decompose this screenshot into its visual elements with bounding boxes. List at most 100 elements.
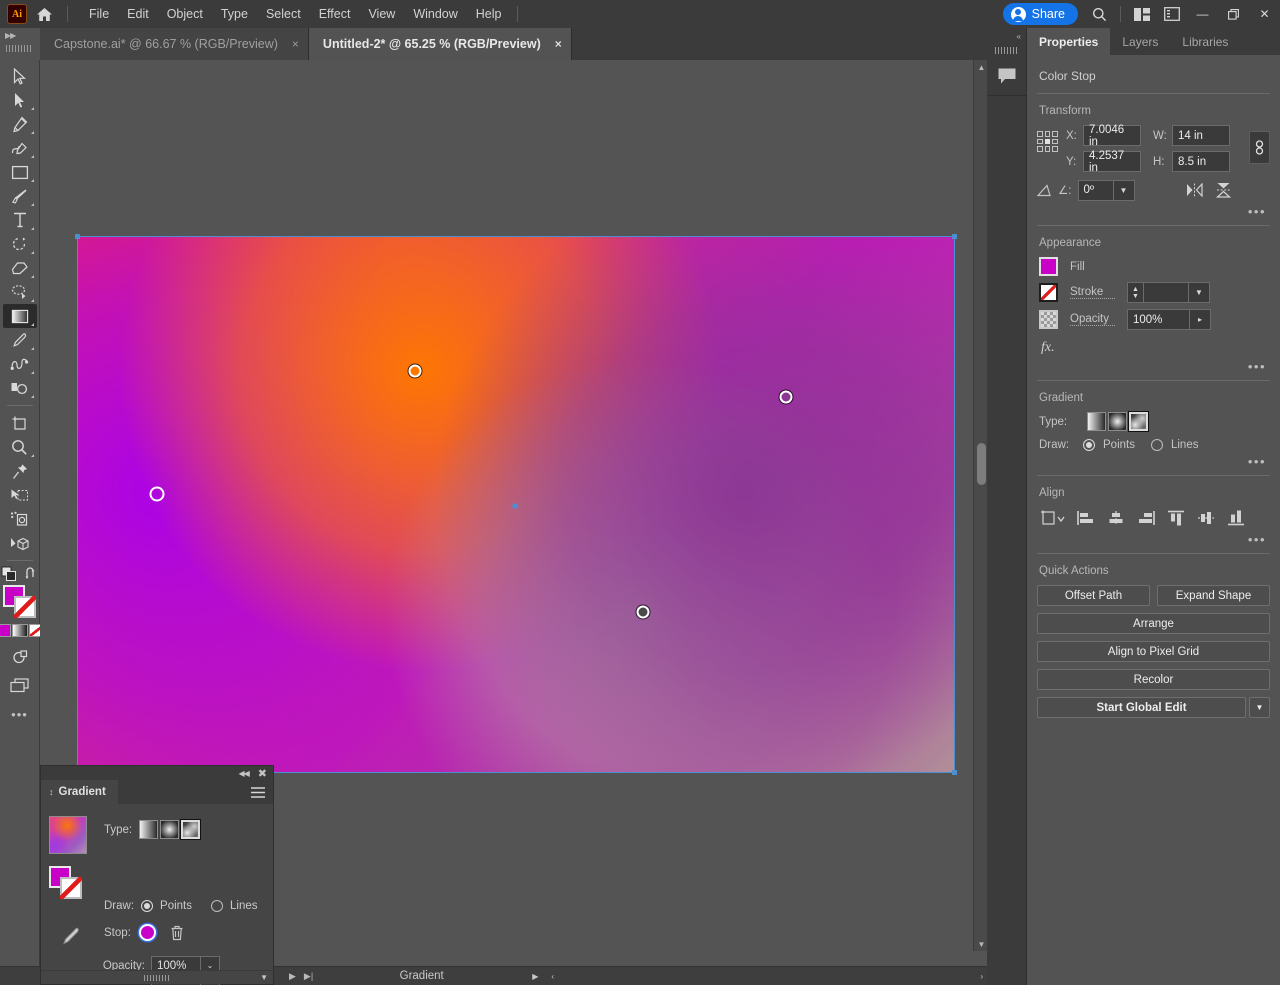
status-menu-icon[interactable]: ▶	[524, 972, 546, 981]
paintbrush-tool[interactable]	[3, 184, 37, 208]
gradient-center-point[interactable]	[512, 503, 518, 509]
stroke-width-dropdown-icon[interactable]: ▼	[1189, 282, 1210, 303]
comment-icon[interactable]	[987, 56, 1026, 96]
gradient-stop-swatch[interactable]	[138, 924, 156, 941]
drawing-mode-icon[interactable]	[3, 645, 37, 669]
lasso-tool[interactable]	[3, 280, 37, 304]
color-mode-icon[interactable]	[0, 624, 11, 637]
eraser-tool[interactable]	[3, 256, 37, 280]
gradient-fill-stroke-swatches[interactable]	[49, 866, 83, 900]
artboard-handle-tr[interactable]	[952, 234, 957, 239]
shape-builder-tool[interactable]	[3, 376, 37, 400]
rectangle-tool[interactable]	[3, 160, 37, 184]
tab-libraries[interactable]: Libraries	[1170, 28, 1241, 55]
align-to-selection-icon[interactable]	[1039, 507, 1067, 529]
gradient-preview-thumbnail[interactable]	[49, 816, 87, 854]
rail-drag-grip[interactable]	[995, 47, 1019, 54]
opacity-input[interactable]: 100%	[1127, 309, 1190, 330]
artboard-tool[interactable]	[3, 411, 37, 435]
close-button[interactable]: ✕	[1249, 0, 1280, 28]
menu-effect[interactable]: Effect	[310, 3, 360, 25]
tab-close-icon[interactable]: ×	[555, 37, 562, 51]
appearance-more-options[interactable]: •••	[1037, 356, 1270, 376]
stroke-swatch-none[interactable]	[1039, 283, 1058, 302]
draw-lines-radio[interactable]	[1150, 439, 1163, 451]
transform-more-options[interactable]: •••	[1037, 201, 1270, 221]
opacity-options-icon[interactable]: ▸	[1190, 309, 1211, 330]
artboard-with-freeform-gradient[interactable]	[75, 234, 957, 775]
maximize-button[interactable]	[1218, 0, 1249, 28]
start-global-edit-button[interactable]: Start Global Edit	[1037, 697, 1246, 718]
gradient-tool[interactable]	[2, 304, 37, 328]
draw-points-radio[interactable]	[141, 900, 154, 912]
angle-dropdown-icon[interactable]: ▼	[1113, 179, 1135, 201]
offset-path-button[interactable]: Offset Path	[1037, 585, 1150, 606]
puppet-warp-tool[interactable]	[3, 507, 37, 531]
next-artboard-icon[interactable]: ▶	[289, 971, 296, 982]
align-left-icon[interactable]	[1074, 507, 1097, 529]
align-right-icon[interactable]	[1134, 507, 1157, 529]
flip-vertical-icon[interactable]	[1212, 179, 1235, 201]
pin-tool[interactable]	[3, 459, 37, 483]
x-input[interactable]: 7.0046 in	[1083, 124, 1141, 148]
linear-gradient-type-button[interactable]	[139, 820, 159, 839]
artboard-handle-tl[interactable]	[75, 234, 80, 239]
gradient-panel-tab[interactable]: ↕ Gradient	[41, 780, 118, 804]
gradient-more-options[interactable]: •••	[1037, 451, 1270, 471]
horizontal-scroll-track[interactable]: ‹ ›	[546, 967, 1046, 985]
gradient-stop-purple[interactable]	[779, 390, 793, 404]
gradient-stop-orange[interactable]	[408, 364, 422, 378]
menu-select[interactable]: Select	[257, 3, 310, 25]
collapse-icon[interactable]: ◀◀	[238, 769, 249, 778]
stroke-width-input[interactable]	[1144, 282, 1189, 303]
close-icon[interactable]: ✖	[258, 767, 267, 780]
align-to-pixel-grid-button[interactable]: Align to Pixel Grid	[1037, 641, 1270, 662]
blend-tool[interactable]	[3, 352, 37, 376]
selection-tool[interactable]	[3, 64, 37, 88]
fx-button[interactable]: fx.	[1037, 336, 1270, 356]
gradient-panel-footer[interactable]: ▼	[41, 970, 273, 984]
w-input[interactable]: 14 in	[1172, 125, 1230, 146]
draw-lines-radio[interactable]	[211, 900, 223, 912]
last-artboard-icon[interactable]: ▶|	[304, 971, 313, 982]
menu-type[interactable]: Type	[212, 3, 257, 25]
h-input[interactable]: 8.5 in	[1172, 151, 1230, 172]
tab-properties[interactable]: Properties	[1027, 28, 1111, 55]
trash-icon[interactable]	[170, 925, 184, 941]
home-icon[interactable]	[27, 0, 61, 28]
fill-swatch[interactable]	[1039, 257, 1058, 276]
vertical-scroll-thumb[interactable]	[977, 443, 986, 485]
screen-mode-icon[interactable]	[3, 673, 37, 697]
fill-stroke-swatches[interactable]	[2, 585, 37, 619]
gradient-stroke-swatch-none[interactable]	[60, 877, 82, 899]
angle-input[interactable]: 0º	[1077, 179, 1114, 201]
zoom-tool[interactable]	[3, 435, 37, 459]
menu-object[interactable]: Object	[158, 3, 212, 25]
toolbar-drag-grip[interactable]	[6, 45, 31, 52]
direct-selection-tool[interactable]	[3, 88, 37, 112]
eyedropper-icon[interactable]	[59, 926, 81, 948]
scroll-right-icon[interactable]: ›	[980, 972, 983, 981]
menu-window[interactable]: Window	[404, 3, 466, 25]
global-edit-dropdown-icon[interactable]: ▼	[1249, 697, 1270, 718]
scroll-left-icon[interactable]: ‹	[551, 972, 554, 981]
menu-help[interactable]: Help	[467, 3, 511, 25]
gradient-stop-magenta-selected[interactable]	[149, 486, 165, 502]
workspace-switcher-icon[interactable]	[1157, 0, 1187, 28]
arrange-documents-icon[interactable]	[1127, 0, 1157, 28]
align-top-icon[interactable]	[1164, 507, 1187, 529]
stroke-swatch-none[interactable]	[13, 596, 36, 618]
toolbar-expand-icon[interactable]: ▶▶	[5, 31, 16, 40]
stroke-width-stepper[interactable]: ▲ ▼	[1127, 282, 1144, 303]
menu-view[interactable]: View	[359, 3, 404, 25]
document-tab-untitled-2[interactable]: Untitled-2* @ 65.25 % (RGB/Preview) ×	[308, 28, 572, 60]
gradient-mode-icon[interactable]	[11, 624, 28, 637]
recolor-button[interactable]: Recolor	[1037, 669, 1270, 690]
tab-layers[interactable]: Layers	[1110, 28, 1171, 55]
radial-gradient-type-button[interactable]	[160, 820, 180, 839]
swap-fill-stroke-icon[interactable]	[25, 567, 39, 581]
menu-file[interactable]: File	[80, 3, 118, 25]
curvature-tool[interactable]	[3, 136, 37, 160]
y-input[interactable]: 4.2537 in	[1083, 150, 1141, 174]
freeform-gradient-type-button[interactable]	[180, 819, 202, 840]
